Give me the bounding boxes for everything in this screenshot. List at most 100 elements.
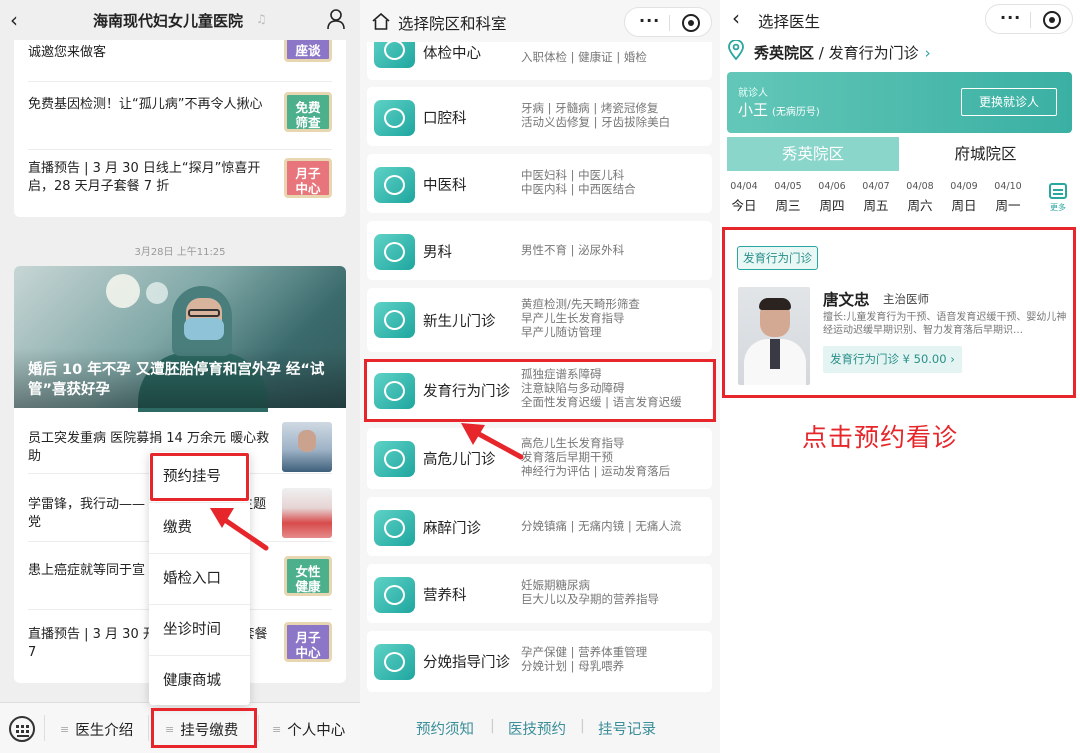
more-dates-button[interactable]: 更多 (1046, 183, 1070, 212)
syringe-icon (374, 510, 415, 546)
pointer-arrow-icon (210, 508, 269, 551)
infant-care-icon (374, 441, 415, 477)
location-pin-icon (728, 40, 744, 60)
close-target-icon[interactable] (1043, 11, 1061, 29)
doctor-specialty: 擅长:儿童发育行为干预、语音发育迟缓干预、婴幼儿神经运动迟缓早期识别、智力发育落… (823, 312, 1067, 336)
link-registration-records[interactable]: 挂号记录 (598, 718, 656, 739)
department-name: 口腔科 (423, 111, 467, 127)
department-item[interactable]: 高危儿门诊 高危儿生长发育指导 发育落后早期干预 神经行为评估 | 运动发育落后 (367, 428, 712, 489)
department-item[interactable]: 男科 男性不育 | 泌尿外科 (367, 221, 712, 280)
nav-personal-center[interactable]: ≡ 个人中心 (272, 719, 345, 740)
highlight-box (150, 453, 249, 501)
article-thumbnail (282, 422, 332, 472)
department-item[interactable]: 麻醉门诊 分娩镇痛 | 无痛内镜 | 无痛人流 (367, 497, 712, 556)
date-item[interactable]: 04/10 周一 (988, 181, 1028, 214)
department-name: 新生儿门诊 (423, 314, 496, 330)
date-item[interactable]: 04/05 周三 (768, 181, 808, 214)
message-timestamp: 3月28日 上午11:25 (134, 247, 226, 258)
top-bar: ‹ 海南现代妇女儿童医院 ♫ (0, 0, 360, 40)
article-badge: 免费 筛查 (284, 92, 332, 132)
date-item[interactable]: 04/08 周六 (900, 181, 940, 214)
hero-image (106, 274, 140, 308)
mini-program-capsule: ··· (985, 4, 1073, 34)
list-item[interactable]: 直播预告 | 3 月 30 日线上“探月”惊喜开启，28 天月子套餐 7 折 月… (14, 150, 346, 216)
department-name: 男科 (423, 245, 452, 261)
doctor-card[interactable]: 发育行为门诊 唐文忠 主治医师 擅长:儿童发育行为干预、语音发育迟缓干预、婴幼儿… (722, 227, 1076, 398)
tab-xiuying[interactable]: 秀英院区 (727, 137, 899, 171)
mute-icon: ♫ (256, 12, 267, 26)
department-desc: 分娩镇痛 | 无痛内镜 | 无痛人流 (521, 519, 682, 533)
department-desc: 入职体检 | 健康证 | 婚检 (521, 50, 647, 64)
more-icon[interactable]: ··· (639, 11, 660, 30)
department-name: 分娩指导门诊 (423, 655, 510, 671)
menu-item-health-mall[interactable]: 健康商城 (149, 656, 250, 707)
chevron-right-icon: › (924, 44, 931, 62)
page-title: 选择院区和科室 (398, 15, 507, 33)
patient-name: 小王 (无病历号) (738, 101, 820, 119)
user-icon[interactable] (326, 8, 346, 30)
highlight-box (364, 359, 716, 422)
department-name: 体检中心 (423, 46, 481, 62)
department-desc: 牙病 | 牙髓病 | 烤瓷冠修复 活动义齿修复 | 牙齿拔除美白 (521, 101, 671, 129)
instruction-text: 点击预约看诊 (802, 423, 959, 452)
hospital-department-selector[interactable]: 秀英院区 / 发育行为门诊 › (754, 42, 931, 63)
nutrition-icon (374, 577, 415, 613)
department-desc: 黄疸检测/先天畸形筛查 早产儿生长发育指导 早产儿随访管理 (521, 297, 640, 339)
nav-doctor-intro[interactable]: ≡ 医生介绍 (60, 719, 133, 740)
article-title: 诚邀您来做客 (28, 45, 107, 60)
page-title: 海南现代妇女儿童医院 (93, 12, 244, 30)
patient-label: 就诊人 (738, 88, 768, 99)
back-icon[interactable]: ‹ (732, 6, 740, 30)
page-title: 选择医生 (758, 13, 821, 31)
department-item[interactable]: 中医科 中医妇科 | 中医儿科 中医内科 | 中西医结合 (367, 154, 712, 213)
link-tech-booking[interactable]: 医技预约 (508, 718, 566, 739)
book-fee-button[interactable]: 发育行为门诊 ¥ 50.00 › (823, 346, 962, 373)
baby-icon (374, 302, 415, 338)
article-card: 诚邀您来做客 座谈 免费基因检测！让“孤儿病”不再令人揪心 免费 筛查 直播预告… (14, 30, 346, 217)
department-item[interactable]: 新生儿门诊 黄疸检测/先天畸形筛查 早产儿生长发育指导 早产儿随访管理 (367, 288, 712, 352)
home-icon[interactable] (372, 13, 390, 30)
department-desc: 男性不育 | 泌尿外科 (521, 243, 625, 257)
keyboard-icon[interactable] (9, 716, 35, 742)
menu-item-schedule[interactable]: 坐诊时间 (149, 605, 250, 656)
more-icon[interactable]: ··· (1000, 8, 1021, 27)
article-title: 免费基因检测！让“孤儿病”不再令人揪心 (28, 97, 263, 112)
article-badge: 女性 健康 (284, 556, 332, 596)
article-badge: 月子 中心 (284, 158, 332, 198)
department-select-panel: 选择院区和科室 ··· 体检中心 入职体检 | 健康证 | 婚检 口腔科 牙病 … (360, 0, 720, 753)
tooth-icon (374, 100, 415, 136)
department-item[interactable]: 分娩指导门诊 孕产保健 | 营养体重管理 分娩计划 | 母乳喂养 (367, 631, 712, 692)
date-item[interactable]: 04/07 周五 (856, 181, 896, 214)
date-item[interactable]: 04/09 周日 (944, 181, 984, 214)
article-badge: 月子 中心 (284, 622, 332, 662)
back-icon[interactable]: ‹ (10, 8, 18, 32)
hero-article[interactable]: 婚后 10 年不孕 又遭胚胎停育和宫外孕 经“试管”喜获好孕 (14, 266, 346, 412)
department-item[interactable]: 口腔科 牙病 | 牙髓病 | 烤瓷冠修复 活动义齿修复 | 牙齿拔除美白 (367, 87, 712, 146)
male-health-icon (374, 234, 415, 270)
link-booking-notice[interactable]: 预约须知 (416, 718, 474, 739)
top-bar: 选择院区和科室 ··· (360, 0, 720, 42)
delivery-icon (374, 644, 415, 680)
pointer-arrow-icon (461, 423, 524, 460)
tab-fucheng[interactable]: 府城院区 (899, 137, 1072, 171)
department-desc: 中医妇科 | 中医儿科 中医内科 | 中西医结合 (521, 168, 636, 196)
doctor-photo (738, 287, 810, 385)
department-desc: 孕产保健 | 营养体重管理 分娩计划 | 母乳喂养 (521, 645, 648, 673)
close-target-icon[interactable] (682, 14, 700, 32)
doctor-name: 唐文忠 (823, 291, 870, 309)
department-item[interactable]: 营养科 妊娠期糖尿病 巨大儿以及孕期的营养指导 (367, 564, 712, 623)
herbal-mortar-icon (374, 167, 415, 203)
list-item[interactable]: 免费基因检测！让“孤儿病”不再令人揪心 免费 筛查 (14, 82, 346, 150)
department-name: 麻醉门诊 (423, 521, 481, 537)
article-thumbnail (282, 488, 332, 538)
date-item[interactable]: 04/04 今日 (724, 181, 764, 214)
hospital-home-panel: ‹ 海南现代妇女儿童医院 ♫ 诚邀您来做客 座谈 免费基因检测！让“孤儿病”不再… (0, 0, 360, 753)
department-name: 中医科 (423, 178, 467, 194)
calendar-icon (1049, 183, 1067, 199)
date-item[interactable]: 04/06 周四 (812, 181, 852, 214)
campus-tabs: 秀英院区 府城院区 (727, 137, 1072, 171)
menu-item-marriage-check[interactable]: 婚检入口 (149, 554, 250, 605)
department-tag: 发育行为门诊 (737, 246, 818, 270)
change-patient-button[interactable]: 更换就诊人 (961, 88, 1057, 116)
article-title: 直播预告 | 3 月 30 日线上“探月”惊喜开启，28 天月子套餐 7 折 (28, 161, 261, 194)
